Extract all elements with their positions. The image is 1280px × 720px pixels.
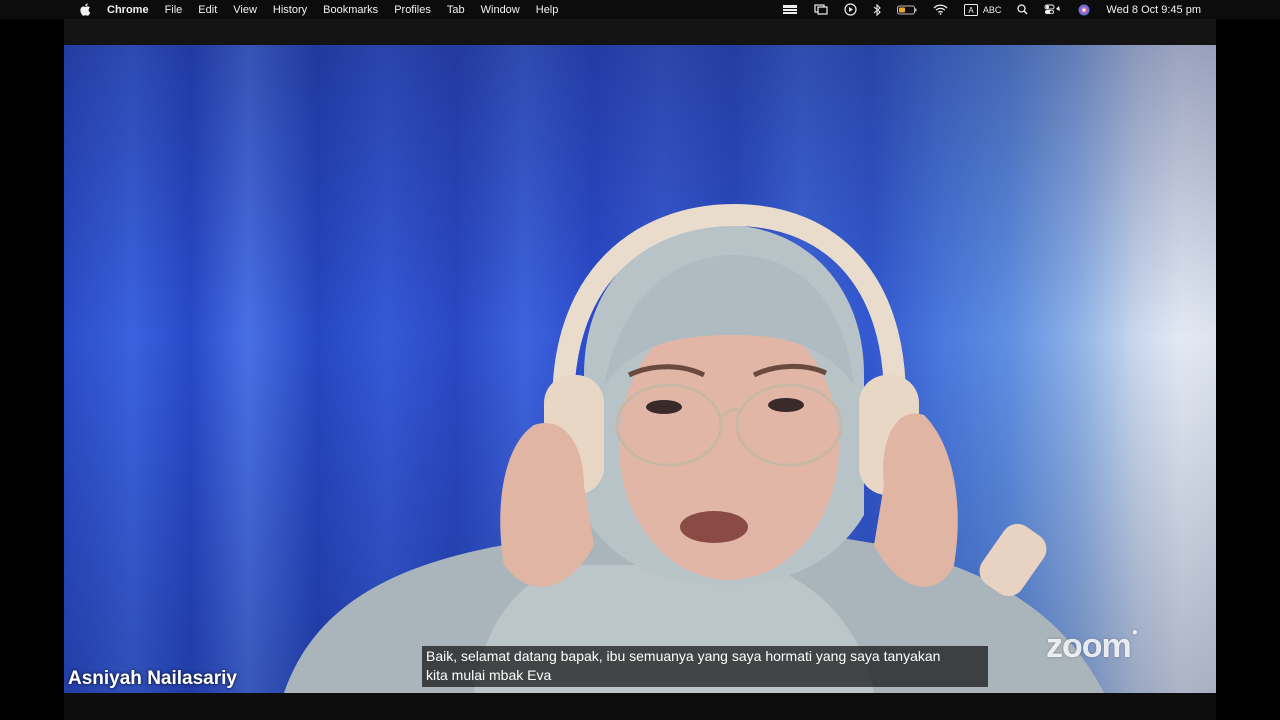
zoom-watermark-logo: zoom● bbox=[1046, 627, 1138, 666]
input-source-icon[interactable]: A ABC bbox=[963, 3, 1002, 16]
menu-bar-right: A ABC Wed 8 Oct 9:45 pm bbox=[766, 0, 1280, 19]
control-center-icon[interactable] bbox=[1044, 4, 1062, 15]
menu-bar-left: Chrome File Edit View History Bookmarks … bbox=[0, 0, 574, 19]
siri-icon[interactable] bbox=[1078, 4, 1090, 16]
svg-text:A: A bbox=[968, 6, 974, 15]
caption-line-2: kita mulai mbak Eva bbox=[426, 667, 552, 683]
menu-file[interactable]: File bbox=[165, 4, 183, 16]
input-source-label: ABC bbox=[982, 4, 1002, 15]
menu-profiles[interactable]: Profiles bbox=[394, 4, 431, 16]
bluetooth-icon[interactable] bbox=[873, 3, 881, 16]
play-icon[interactable] bbox=[844, 3, 857, 16]
caption-line-1: Baik, selamat datang bapak, ibu semuanya… bbox=[426, 648, 941, 664]
screen-mirroring-icon[interactable] bbox=[814, 4, 828, 15]
menu-view[interactable]: View bbox=[233, 4, 257, 16]
wifi-icon[interactable] bbox=[933, 4, 948, 15]
battery-icon[interactable] bbox=[896, 5, 917, 15]
participant-video-image bbox=[284, 203, 1104, 693]
apple-icon[interactable] bbox=[80, 3, 92, 16]
live-caption: Baik, selamat datang bapak, ibu semuanya… bbox=[422, 646, 988, 687]
menu-history[interactable]: History bbox=[273, 4, 307, 16]
menu-bar-clock[interactable]: Wed 8 Oct 9:45 pm bbox=[1106, 4, 1201, 16]
window-bottom-strip bbox=[64, 693, 1216, 720]
menu-tab[interactable]: Tab bbox=[447, 4, 465, 16]
zoom-video-feed: Baik, selamat datang bapak, ibu semuanya… bbox=[64, 45, 1216, 693]
menu-window[interactable]: Window bbox=[481, 4, 520, 16]
participant-name-label: Asniyah Nailasariy bbox=[68, 668, 237, 689]
macos-menu-bar: Chrome File Edit View History Bookmarks … bbox=[0, 0, 1280, 19]
stage-manager-icon[interactable] bbox=[782, 4, 798, 15]
menu-edit[interactable]: Edit bbox=[198, 4, 217, 16]
menu-app-name[interactable]: Chrome bbox=[107, 4, 149, 16]
menu-bookmarks[interactable]: Bookmarks bbox=[323, 4, 378, 16]
zoom-watermark-text: zoom bbox=[1046, 627, 1132, 665]
window-title-strip bbox=[64, 19, 1216, 45]
search-icon[interactable] bbox=[1017, 4, 1028, 15]
watermark-dot-icon: ● bbox=[1131, 627, 1138, 638]
menu-help[interactable]: Help bbox=[536, 4, 559, 16]
